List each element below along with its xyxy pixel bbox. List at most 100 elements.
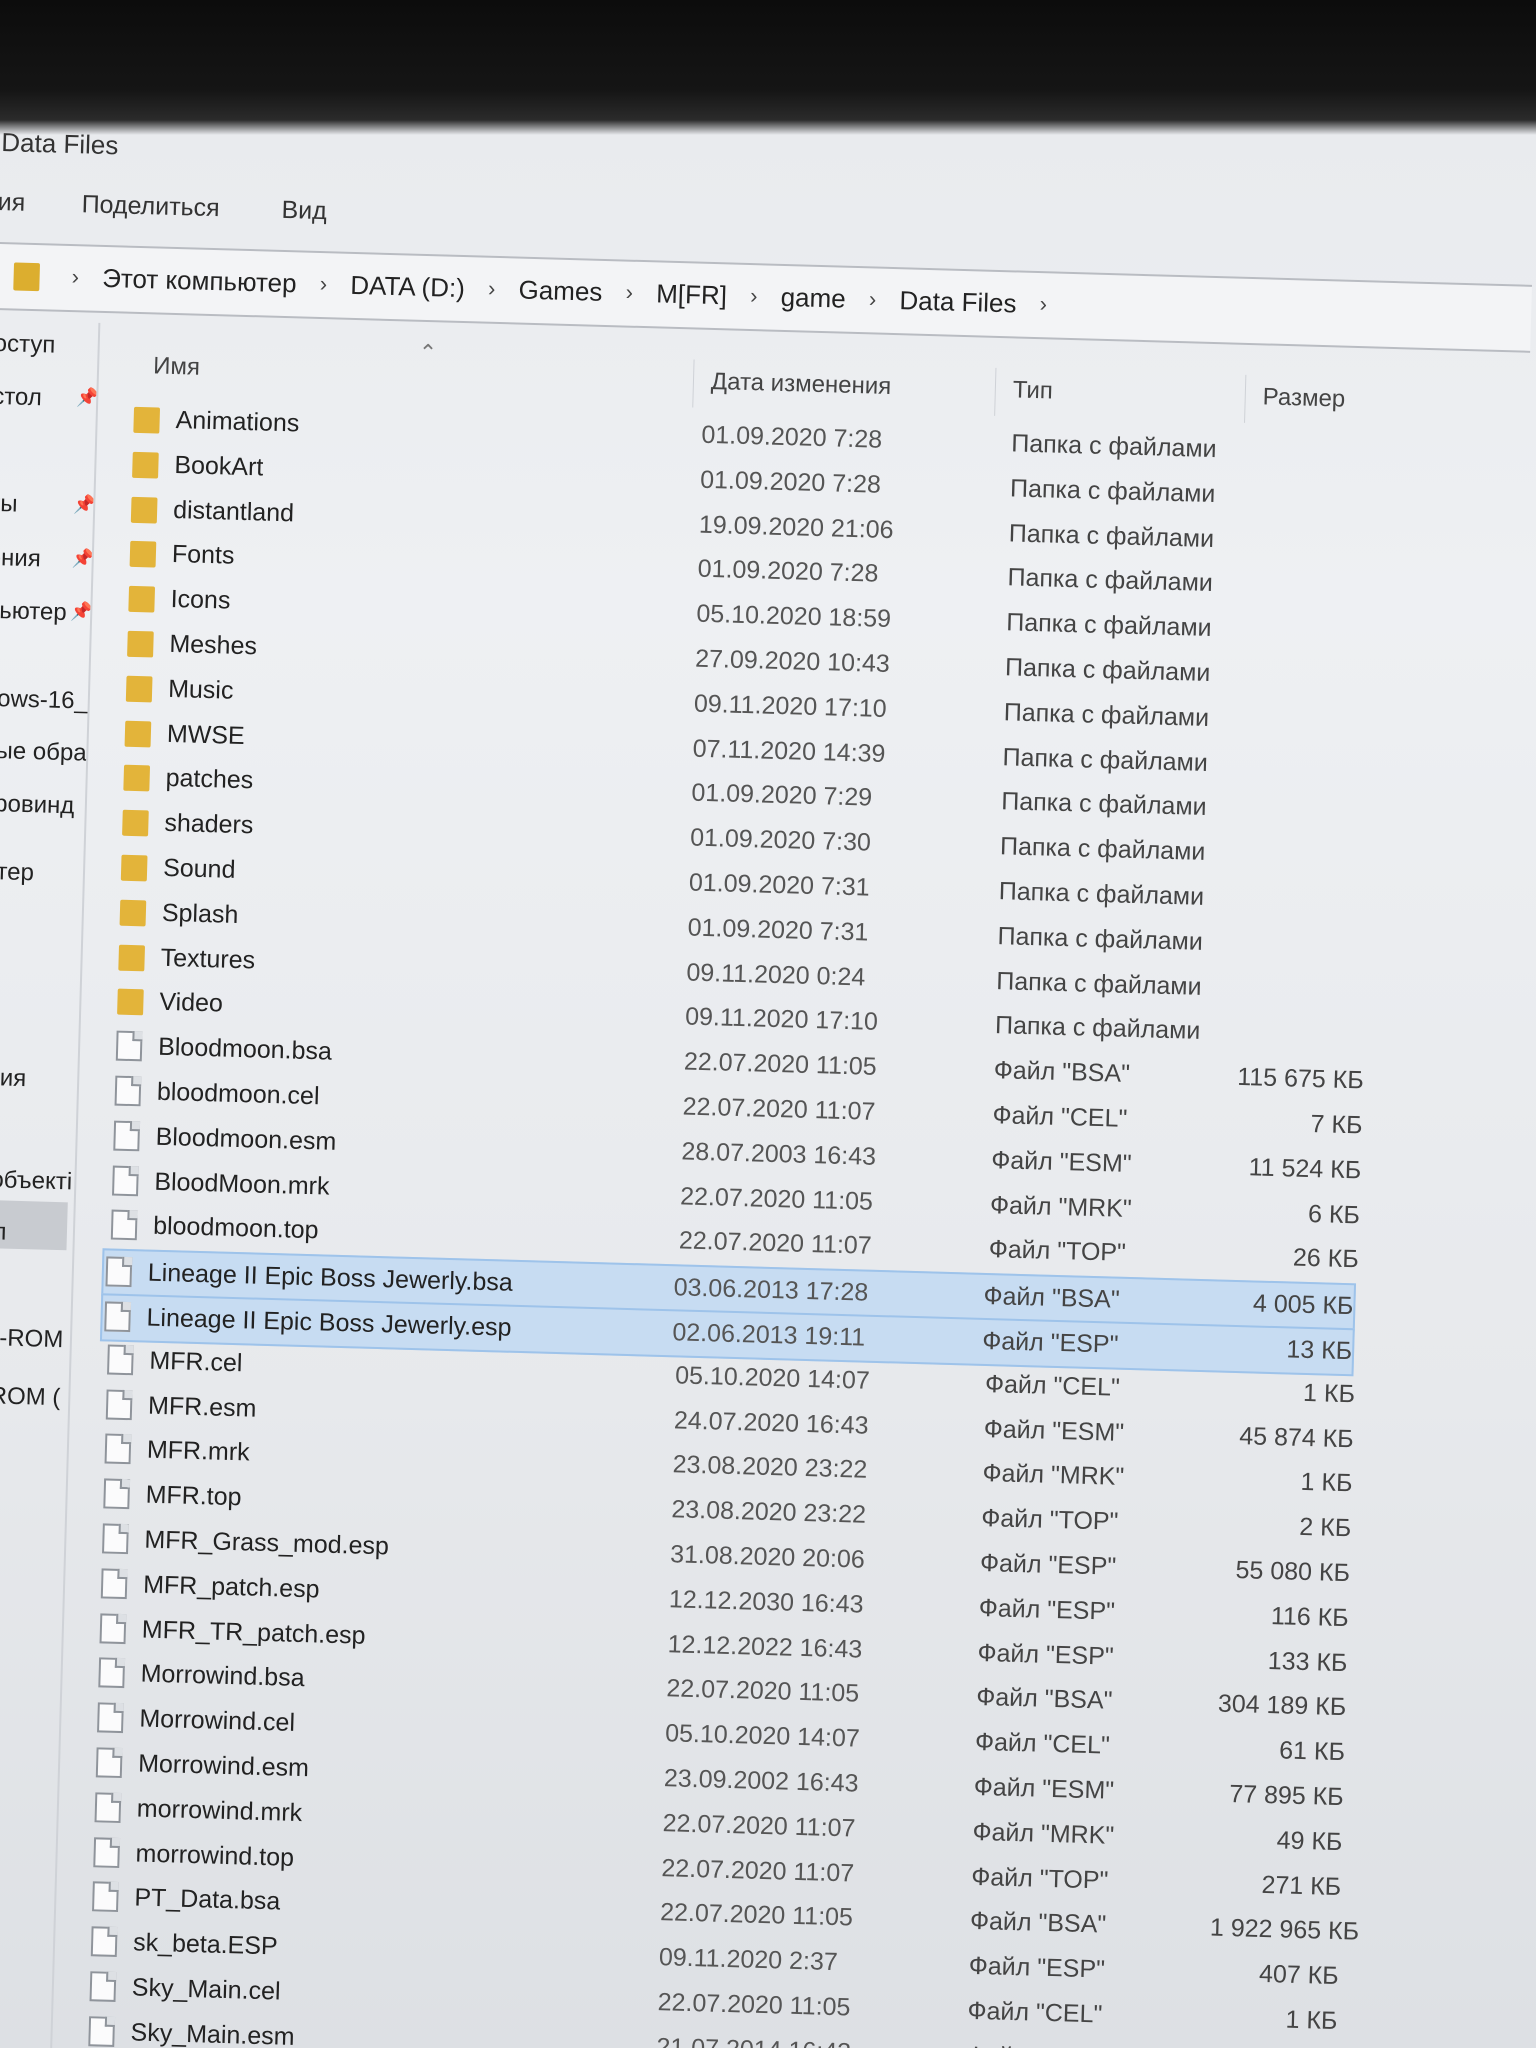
breadcrumb-this-pc[interactable]: Этот компьютер [102,263,297,299]
menu-item-file[interactable]: ия [0,188,26,218]
file-type: Папка с файлами [1002,742,1209,777]
chevron-right-icon[interactable]: › [71,264,79,290]
breadcrumb-data-drive[interactable]: DATA (D:) [350,269,465,303]
file-date-modified: 22.07.2020 11:05 [666,1674,860,1708]
file-name: MFR.esm [147,1391,257,1423]
nav-item[interactable]: ы [0,960,81,991]
column-divider[interactable] [692,359,695,408]
nav-item[interactable]: bows-16_ [0,685,88,716]
file-type: Папка с файлами [1003,698,1210,732]
file-date-modified: 12.12.2030 16:43 [668,1585,864,1619]
file-icon [112,1165,139,1196]
column-header-name[interactable]: Имя [153,352,200,381]
nav-item[interactable]: пьютер 📌 [0,597,91,628]
menu-item-share[interactable]: Поделиться [81,190,220,223]
folder-icon [124,720,152,748]
chevron-right-icon[interactable]: › [869,286,877,312]
file-name: Bloodmoon.bsa [157,1032,333,1066]
file-icon [95,1747,123,1779]
nav-item[interactable]: 📌 [0,436,95,439]
file-icon [105,1256,133,1288]
nav-item[interactable]: е объекті [0,1166,75,1197]
file-type: Файл "MRK" [982,1459,1125,1492]
folder-icon [119,899,147,927]
file-type: Файл "BSA" [969,1907,1107,1939]
menu-item-view[interactable]: Вид [281,196,327,226]
file-type: Папка с файлами [1004,653,1211,688]
file-date-modified: 02.06.2013 19:11 [672,1318,866,1352]
nav-item[interactable]: BD-ROM [0,1324,70,1355]
file-type: Папка с файлами [1010,429,1217,464]
file-size: 271 КБ [1261,1870,1342,1901]
file-icon [104,1301,132,1333]
nav-item-label: тол [0,1217,7,1246]
file-size: 45 874 КБ [1238,1421,1355,1453]
nav-item[interactable]: ты 📌 [0,490,94,521]
chevron-right-icon[interactable]: › [625,280,633,306]
file-icon [90,1926,118,1958]
nav-item[interactable]: D-ROM ( [0,1382,69,1413]
file-icon [93,1836,121,1868]
file-type: Папка с файлами [1009,474,1216,508]
chevron-right-icon[interactable]: › [488,276,496,302]
file-size: 7 КБ [1310,1109,1363,1140]
file-name: Sound [162,853,236,884]
breadcrumb-data-files[interactable]: Data Files [899,285,1017,319]
pin-icon[interactable]: 📌 [73,494,94,516]
file-name: bloodmoon.cel [156,1077,320,1111]
pin-icon[interactable]: 📌 [70,601,91,623]
file-date-modified: 01.09.2020 7:31 [687,913,869,947]
nav-item[interactable]: ения [0,1064,78,1095]
file-name: Splash [161,898,239,929]
nav-item[interactable]: стол 📌 [0,383,97,414]
chevron-right-icon[interactable]: › [1039,291,1047,317]
file-size: 6 КБ [1307,1199,1361,1229]
file-icon [88,2016,116,2047]
file-type: Папка с файлами [994,1011,1201,1046]
file-type: Файл "ESM" [973,1772,1115,1805]
file-name: Fonts [171,540,235,571]
chevron-right-icon[interactable]: › [750,283,758,309]
explorer-window: Data Files ия Поделиться Вид › Этот комп… [0,120,1535,2048]
column-header-date[interactable]: Дата изменения [711,368,892,401]
file-date-modified: 22.07.2020 11:05 [657,1988,851,2022]
pin-icon[interactable]: 📌 [71,548,93,570]
breadcrumb-game[interactable]: game [780,281,846,314]
folder-icon [128,585,156,613]
file-type: Папка с файлами [1008,518,1215,553]
folder-icon [123,765,151,792]
column-header-type[interactable]: Тип [1012,376,1053,405]
file-name: sk_beta.ESP [132,1928,279,1961]
column-divider[interactable] [994,367,997,416]
file-type: Файл "MRK" [972,1817,1115,1850]
nav-item[interactable]: рровинд [0,790,85,821]
file-date-modified: 27.09.2020 10:43 [694,644,891,679]
file-type: Папка с файлами [998,877,1205,911]
breadcrumb-mfr[interactable]: M[FR] [656,278,728,311]
file-name: patches [165,764,254,795]
chevron-right-icon[interactable]: › [319,271,327,297]
file-date-modified: 12.12.2022 16:43 [667,1629,863,1664]
file-size [1238,929,1368,933]
file-type: Файл "ESP" [978,1593,1116,1626]
file-name: Music [167,674,234,705]
nav-item[interactable]: оступ [0,330,98,361]
file-size [1252,436,1382,440]
file-size: 49 КБ [1276,1826,1343,1856]
file-name: shaders [164,809,254,840]
breadcrumb-games[interactable]: Games [518,274,603,307]
file-name: Morrowind.bsa [140,1659,305,1693]
file-name: Morrowind.esm [137,1749,310,1783]
file-name: Video [159,988,224,1018]
file-date-modified: 01.09.2020 7:31 [688,868,871,902]
file-type: Файл "CEL" [967,1996,1103,2029]
nav-item[interactable]: ютер [0,858,83,889]
column-divider[interactable] [1244,374,1247,423]
file-icon [114,1075,142,1107]
nav-item[interactable]: ные обра [0,737,87,768]
file-date-modified: 09.11.2020 17:10 [693,689,888,723]
nav-item[interactable]: ения 📌 [0,544,92,575]
column-header-size[interactable]: Размер [1262,383,1345,413]
pin-icon[interactable]: 📌 [76,387,97,409]
nav-item[interactable]: тол [0,1218,73,1249]
